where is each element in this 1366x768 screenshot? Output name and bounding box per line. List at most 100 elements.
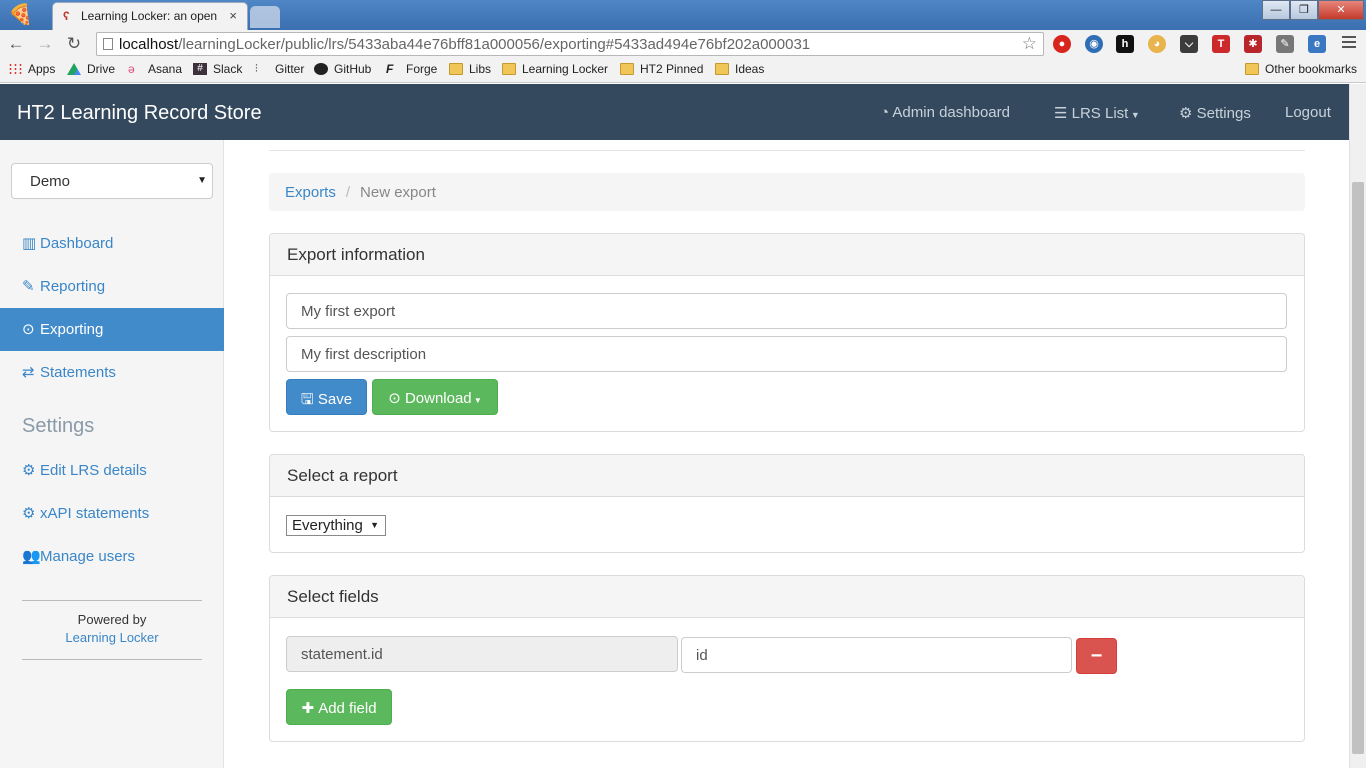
remove-field-button[interactable]: − bbox=[1076, 638, 1117, 674]
pizza-icon: 🍕 bbox=[8, 4, 33, 26]
bookmark-star-icon[interactable]: ☆ bbox=[1022, 34, 1037, 54]
learning-locker-favicon-icon: ʕ bbox=[63, 9, 70, 23]
breadcrumb-new-export: New export bbox=[360, 184, 436, 201]
download-button[interactable]: ⊙ Download ▼ bbox=[372, 379, 498, 415]
scrollbar-thumb[interactable] bbox=[1352, 182, 1364, 754]
panel-heading: Select a report bbox=[270, 455, 1304, 497]
bookmark-drive[interactable]: Drive bbox=[67, 62, 115, 76]
users-icon: 👥 bbox=[22, 548, 41, 565]
browser-titlebar: 🍕 ʕ Learning Locker: an open × — ❐ ✕ bbox=[0, 0, 1366, 30]
panel-heading: Export information bbox=[270, 234, 1304, 276]
powered-by: Powered by Learning Locker bbox=[0, 611, 224, 647]
powered-by-text: Powered by bbox=[77, 612, 147, 627]
panel-heading: Select fields bbox=[270, 576, 1304, 618]
nav-lrs-list[interactable]: ☰ LRS List ▼ bbox=[1054, 104, 1140, 122]
close-window-button[interactable]: ✕ bbox=[1318, 0, 1364, 20]
browser-tab[interactable]: ʕ Learning Locker: an open × bbox=[52, 2, 248, 30]
export-info-panel: Export information My first export My fi… bbox=[269, 233, 1305, 432]
address-bar[interactable]: localhost/learningLocker/public/lrs/5433… bbox=[96, 32, 1044, 56]
pencil-icon: ✎ bbox=[22, 278, 35, 295]
download-circle-icon: ⊙ bbox=[388, 390, 405, 407]
sidebar-item-xapi-statements[interactable]: ⚙ xAPI statements bbox=[0, 492, 224, 535]
maximize-button[interactable]: ❐ bbox=[1290, 0, 1318, 20]
bookmark-ht2-pinned[interactable]: HT2 Pinned bbox=[620, 62, 703, 76]
save-button[interactable]: 🖫 Save bbox=[286, 379, 367, 415]
page-scrollbar[interactable] bbox=[1349, 84, 1366, 768]
bookmark-ideas[interactable]: Ideas bbox=[715, 62, 764, 76]
globe-extension-icon[interactable]: ◉ bbox=[1085, 35, 1103, 53]
nav-admin-dashboard[interactable]: ◔ Admin dashboard bbox=[880, 104, 1010, 121]
browser-toolbar: ← → ↻ localhost/learningLocker/public/lr… bbox=[0, 30, 1366, 58]
sidebar-item-reporting[interactable]: ✎ Reporting bbox=[0, 265, 224, 308]
cat-extension-icon[interactable]: ◕ bbox=[1148, 35, 1166, 53]
bookmark-other[interactable]: Other bookmarks bbox=[1245, 62, 1357, 76]
lastpass-extension-icon[interactable]: ✱ bbox=[1244, 35, 1262, 53]
select-caret-icon: ▼ bbox=[197, 175, 207, 186]
folder-icon bbox=[1245, 63, 1259, 75]
breadcrumb-separator: / bbox=[345, 184, 351, 201]
slack-icon: # bbox=[193, 63, 207, 75]
eyedropper-extension-icon[interactable]: ✎ bbox=[1276, 35, 1294, 53]
folder-icon bbox=[449, 63, 463, 75]
url-text: localhost/learningLocker/public/lrs/5433… bbox=[119, 36, 811, 53]
browser-menu-icon[interactable] bbox=[1342, 36, 1356, 50]
floppy-disk-icon: 🖫 bbox=[300, 391, 318, 408]
sidebar: Demo ▼ ▥ Dashboard ✎ Reporting ⊙ Exporting … bbox=[0, 140, 224, 768]
report-select[interactable]: Everything ▼ bbox=[286, 515, 386, 536]
bookmark-asana[interactable]: ə Asana bbox=[128, 62, 182, 76]
gear-icon: ⚙ bbox=[1179, 105, 1197, 122]
add-field-button[interactable]: ✚ Add field bbox=[286, 689, 392, 725]
app-navbar: HT2 Learning Record Store ◔ Admin dashbo… bbox=[0, 84, 1366, 140]
brand-title[interactable]: HT2 Learning Record Store bbox=[17, 102, 262, 125]
hacker-news-extension-icon[interactable]: h bbox=[1116, 35, 1134, 53]
sidebar-divider bbox=[22, 600, 202, 601]
folder-icon bbox=[502, 63, 516, 75]
nav-settings[interactable]: ⚙ Settings bbox=[1179, 104, 1251, 122]
sidebar-item-dashboard[interactable]: ▥ Dashboard bbox=[0, 222, 224, 265]
sidebar-item-exporting[interactable]: ⊙ Exporting bbox=[0, 308, 224, 351]
caret-down-icon: ▼ bbox=[471, 396, 482, 405]
bookmark-learning-locker[interactable]: Learning Locker bbox=[502, 62, 608, 76]
chart-icon: ▥ bbox=[22, 235, 37, 252]
bookmark-apps[interactable]: Apps bbox=[8, 62, 55, 76]
download-circle-icon: ⊙ bbox=[22, 321, 35, 338]
lrs-select[interactable]: Demo ▼ bbox=[11, 163, 213, 199]
ie-tab-extension-icon[interactable]: e bbox=[1308, 35, 1326, 53]
dashboard-gauge-icon: ◔ bbox=[880, 104, 893, 121]
nav-logout[interactable]: Logout bbox=[1285, 104, 1331, 121]
gear-icon: ⚙ bbox=[22, 462, 36, 479]
forward-arrow-icon[interactable]: → bbox=[34, 34, 56, 54]
select-caret-icon: ▼ bbox=[370, 520, 379, 530]
breadcrumb: Exports / New export bbox=[269, 173, 1305, 211]
apps-icon bbox=[8, 63, 22, 75]
learning-locker-link[interactable]: Learning Locker bbox=[0, 629, 224, 647]
adblock-extension-icon[interactable]: ● bbox=[1053, 35, 1071, 53]
breadcrumb-exports[interactable]: Exports bbox=[285, 184, 336, 201]
bookmark-forge[interactable]: F Forge bbox=[386, 62, 437, 76]
field-alias-input[interactable]: id bbox=[681, 637, 1072, 673]
bookmark-github[interactable]: GitHub bbox=[314, 62, 371, 76]
export-name-input[interactable]: My first export bbox=[286, 293, 1287, 329]
field-source-input[interactable]: statement.id bbox=[286, 636, 678, 672]
forge-icon: F bbox=[386, 62, 394, 76]
todo-extension-icon[interactable]: T bbox=[1212, 35, 1230, 53]
tab-close-icon[interactable]: × bbox=[229, 8, 237, 23]
sidebar-item-statements[interactable]: ⇄ Statements bbox=[0, 351, 224, 394]
bookmark-slack[interactable]: # Slack bbox=[193, 62, 242, 76]
new-tab-button[interactable] bbox=[250, 6, 280, 28]
back-arrow-icon[interactable]: ← bbox=[5, 34, 27, 54]
page-icon bbox=[103, 38, 113, 50]
export-description-input[interactable]: My first description bbox=[286, 336, 1287, 372]
bookmark-gitter[interactable]: ⫶ Gitter bbox=[255, 62, 304, 76]
reload-icon[interactable]: ↻ bbox=[63, 34, 85, 54]
pocket-extension-icon[interactable]: ⌵ bbox=[1180, 35, 1198, 53]
sidebar-item-edit-lrs[interactable]: ⚙ Edit LRS details bbox=[0, 449, 224, 492]
folder-icon bbox=[715, 63, 729, 75]
github-icon bbox=[314, 63, 328, 75]
sidebar-item-manage-users[interactable]: 👥Manage users bbox=[0, 535, 224, 578]
select-report-panel: Select a report Everything ▼ bbox=[269, 454, 1305, 553]
bookmark-libs[interactable]: Libs bbox=[449, 62, 491, 76]
minimize-button[interactable]: — bbox=[1262, 0, 1290, 20]
gears-icon: ⚙ bbox=[22, 505, 36, 522]
select-fields-panel: Select fields statement.id id − ✚ Add fi… bbox=[269, 575, 1305, 742]
